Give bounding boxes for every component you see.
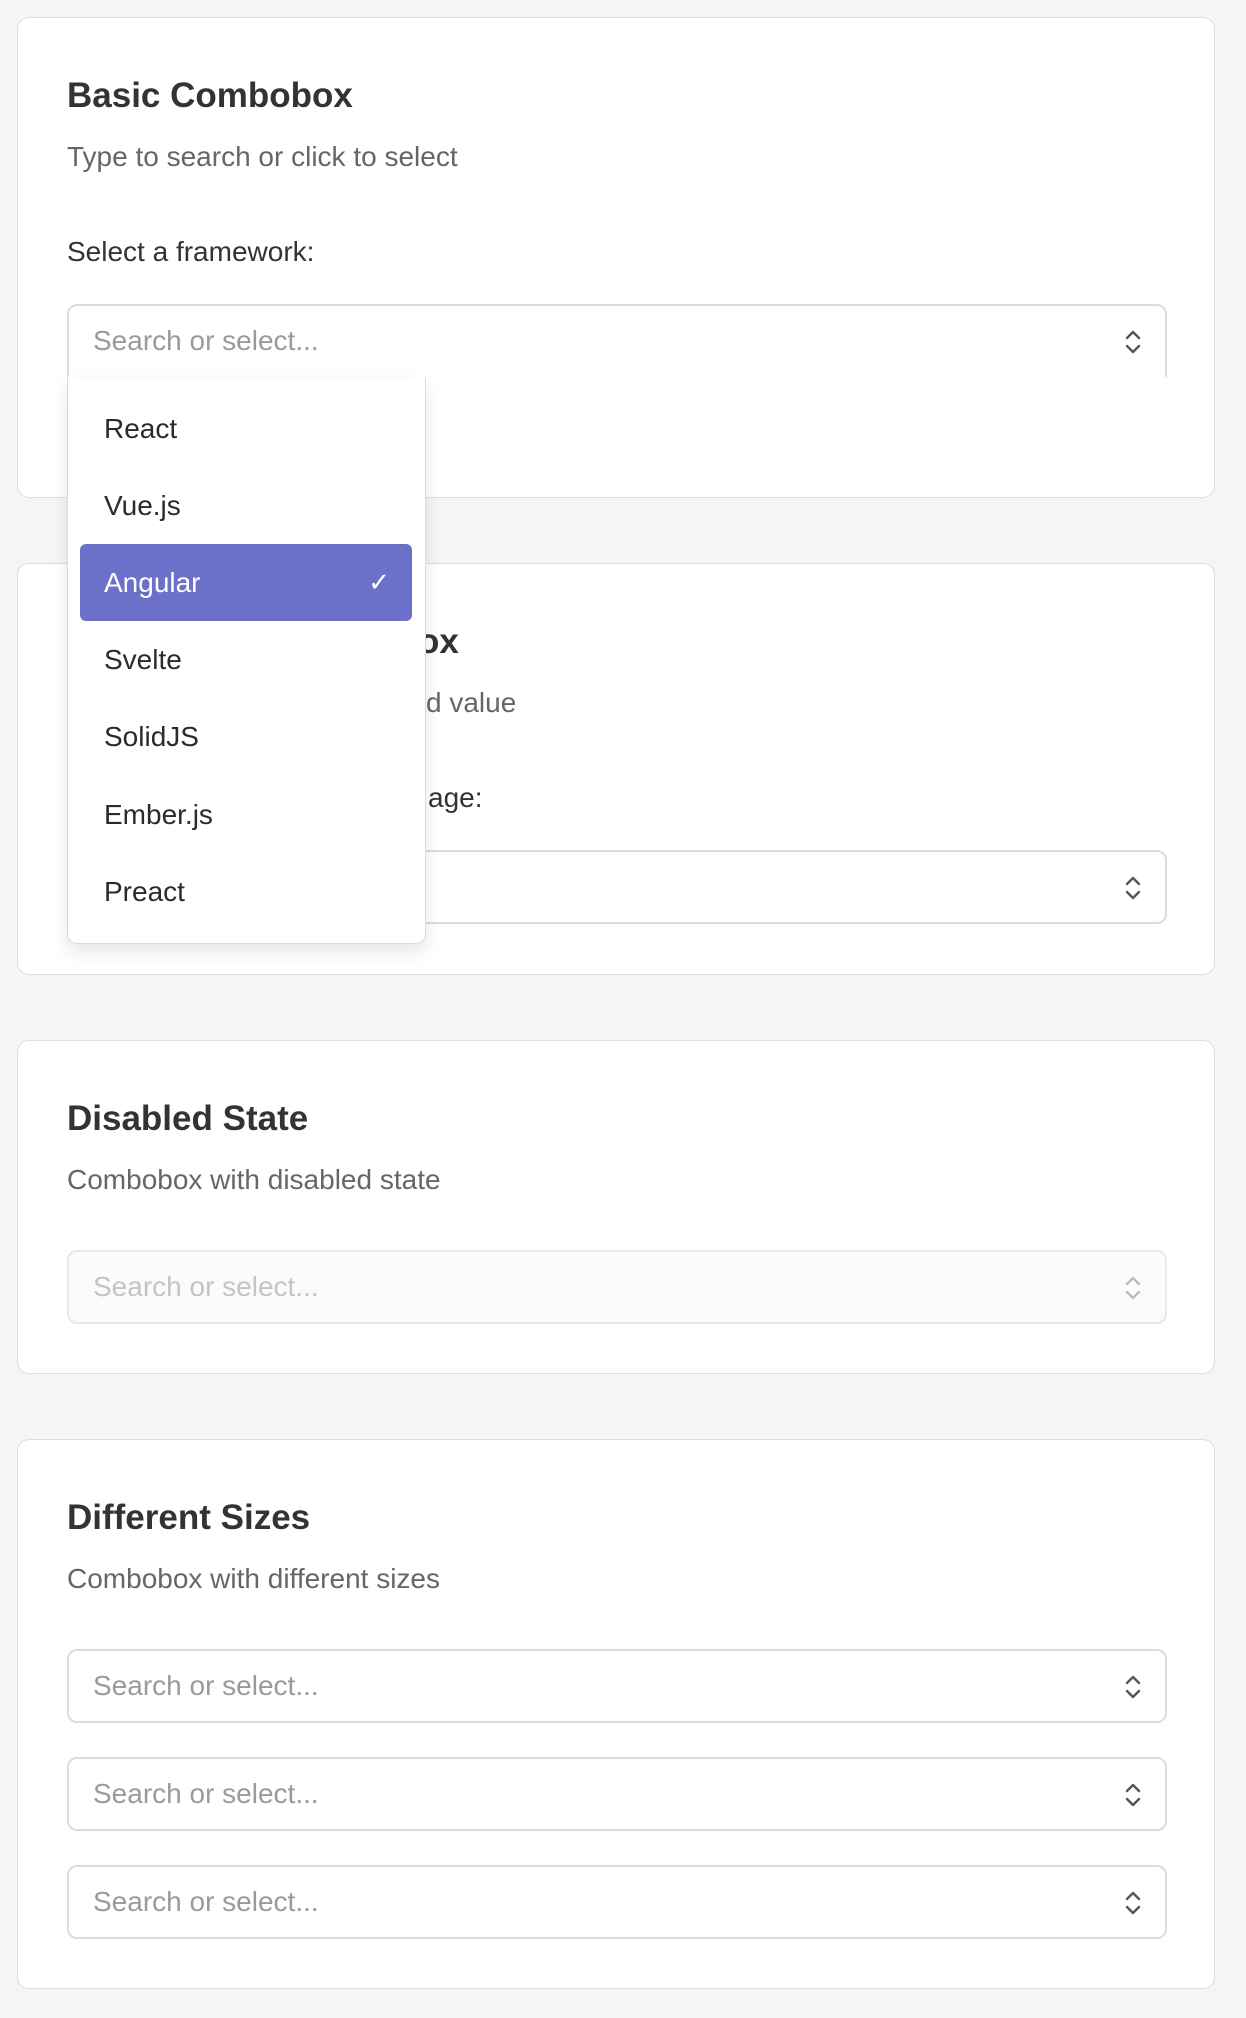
option-label: Ember.js bbox=[104, 799, 213, 830]
chevron-up-down-icon[interactable] bbox=[1121, 1888, 1145, 1918]
card-title: Disabled State bbox=[67, 1099, 309, 1138]
card-title: Basic Combobox bbox=[67, 76, 353, 115]
chevron-up-down-icon[interactable] bbox=[1121, 1780, 1145, 1810]
disabled-combobox bbox=[67, 1250, 1167, 1324]
combobox-size-1[interactable] bbox=[67, 1649, 1167, 1723]
card-title: Different Sizes bbox=[67, 1498, 311, 1537]
card-description: d value bbox=[426, 687, 517, 718]
search-input[interactable] bbox=[93, 1651, 1053, 1721]
search-input[interactable] bbox=[93, 1867, 1053, 1937]
sizes-combobox-card: Different Sizes Combobox with different … bbox=[17, 1439, 1215, 1989]
framework-search-input[interactable] bbox=[93, 306, 1053, 376]
card-description: Type to search or click to select bbox=[67, 141, 458, 172]
disabled-search-input bbox=[93, 1252, 1053, 1322]
framework-combobox[interactable] bbox=[67, 304, 1167, 378]
field-label: Select a framework: bbox=[67, 236, 315, 267]
chevron-up-down-icon[interactable] bbox=[1121, 327, 1145, 357]
check-icon: ✓ bbox=[368, 567, 390, 597]
option-angular[interactable]: Angular ✓ bbox=[80, 544, 412, 621]
option-preact[interactable]: Preact bbox=[80, 853, 412, 930]
search-input[interactable] bbox=[93, 1759, 1053, 1829]
option-emberjs[interactable]: Ember.js bbox=[80, 776, 412, 853]
disabled-combobox-card: Disabled State Combobox with disabled st… bbox=[17, 1040, 1215, 1374]
option-label: Vue.js bbox=[104, 490, 181, 521]
chevron-up-down-icon bbox=[1125, 1276, 1141, 1300]
option-label: React bbox=[104, 413, 178, 444]
option-react[interactable]: React bbox=[80, 390, 412, 467]
option-solidjs[interactable]: SolidJS bbox=[80, 698, 412, 775]
option-label: SolidJS bbox=[104, 721, 199, 752]
option-label: Preact bbox=[104, 876, 185, 907]
field-label: age: bbox=[428, 782, 483, 813]
option-vuejs[interactable]: Vue.js bbox=[80, 467, 412, 544]
chevron-up-down-icon[interactable] bbox=[1121, 873, 1145, 903]
chevron-up-down-icon[interactable] bbox=[1121, 1672, 1145, 1702]
combobox-size-2[interactable] bbox=[67, 1757, 1167, 1831]
combobox-size-3[interactable] bbox=[67, 1865, 1167, 1939]
option-label: Angular bbox=[104, 567, 201, 598]
card-description: Combobox with different sizes bbox=[67, 1563, 440, 1594]
option-label: Svelte bbox=[104, 644, 182, 675]
framework-listbox: React Vue.js Angular ✓ Svelte SolidJS Emb… bbox=[67, 378, 426, 944]
option-svelte[interactable]: Svelte bbox=[80, 621, 412, 698]
card-description: Combobox with disabled state bbox=[67, 1164, 441, 1195]
